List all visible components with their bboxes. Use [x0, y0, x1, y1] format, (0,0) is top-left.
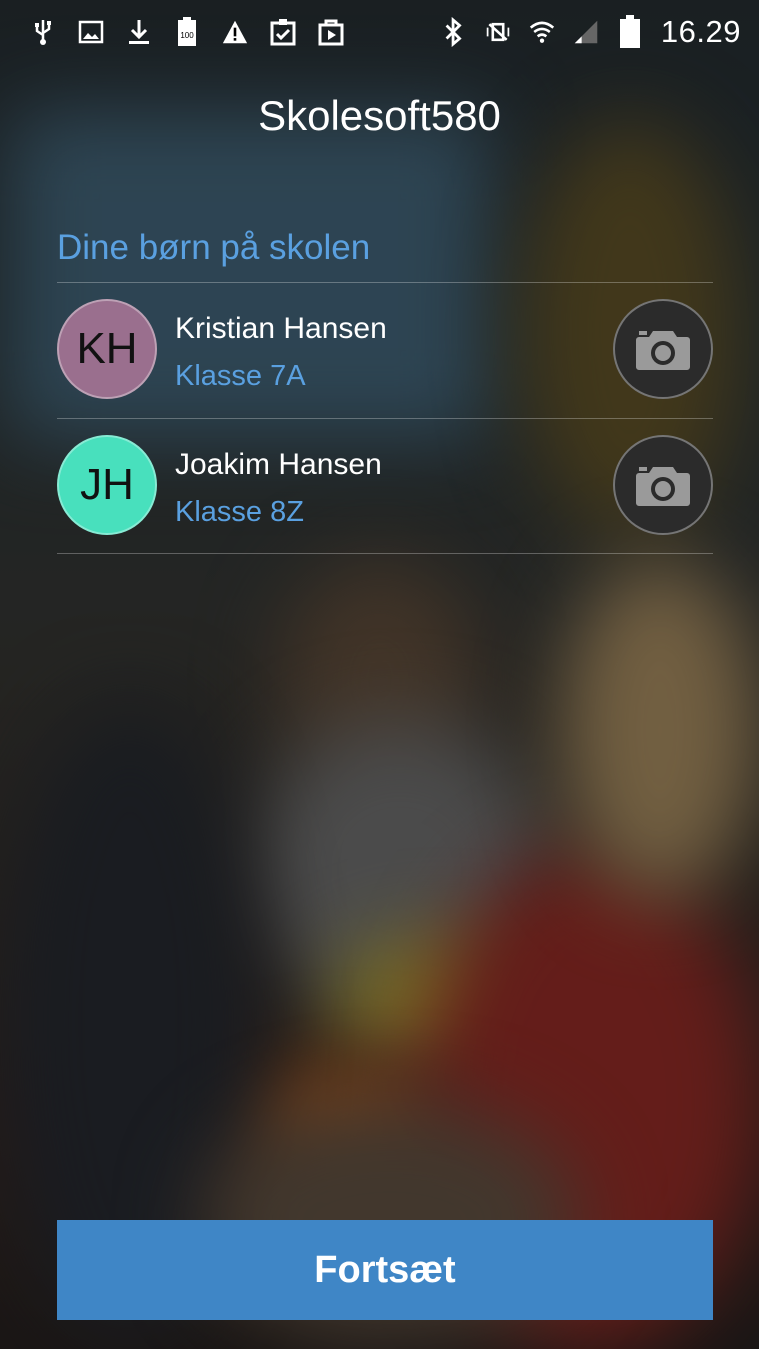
avatar: JH [57, 435, 157, 535]
child-name: Kristian Hansen [175, 312, 387, 345]
status-time: 16.29 [660, 14, 741, 49]
camera-icon [636, 331, 690, 370]
child-row-joakim[interactable]: JH Joakim Hansen Klasse 8Z [57, 420, 713, 554]
background-photo [0, 0, 759, 1349]
child-name: Joakim Hansen [175, 448, 382, 481]
app-title: Skolesoft580 [258, 92, 501, 139]
battery-saver-icon: 100 [174, 17, 200, 46]
image-icon [78, 18, 104, 46]
child-class: Klasse 7A [175, 360, 306, 392]
avatar: KH [57, 299, 157, 399]
camera-button[interactable] [613, 299, 713, 399]
warning-icon [222, 18, 248, 46]
camera-icon [636, 467, 690, 506]
clipboard-check-icon [270, 18, 296, 46]
vibrate-icon [485, 18, 511, 46]
divider [57, 282, 713, 283]
avatar-initials: JH [80, 460, 134, 509]
download-icon [126, 18, 152, 46]
child-class: Klasse 8Z [175, 496, 304, 528]
avatar-initials: KH [76, 324, 138, 373]
child-row-kristian[interactable]: KH Kristian Hansen Klasse 7A [57, 284, 713, 418]
section-label: Dine børn på skolen [57, 228, 371, 267]
divider [57, 418, 713, 419]
svg-text:100: 100 [180, 31, 194, 40]
continue-button[interactable]: Fortsæt [57, 1220, 713, 1320]
divider [57, 553, 713, 554]
bluetooth-icon [441, 17, 467, 47]
status-bar: 100 16.29 [0, 0, 759, 64]
signal-icon [573, 18, 599, 46]
usb-icon [30, 18, 56, 46]
battery-icon [617, 15, 643, 48]
wifi-icon [529, 18, 555, 46]
camera-button[interactable] [613, 435, 713, 535]
play-store-icon [318, 18, 344, 46]
